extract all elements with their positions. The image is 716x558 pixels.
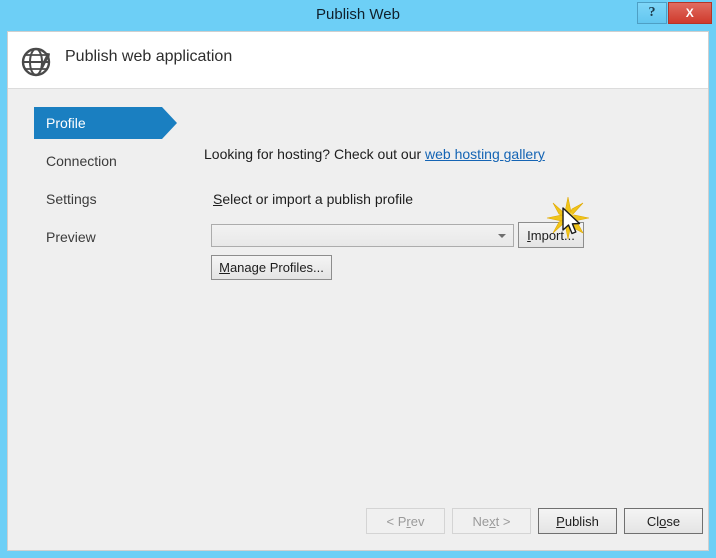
profile-select-label-text: elect or import a publish profile xyxy=(222,191,413,207)
publish-web-dialog: Publish Web ? X Publish web application xyxy=(0,0,716,558)
window-title: Publish Web xyxy=(316,6,400,23)
sidebar-item-profile[interactable]: Profile xyxy=(8,107,198,139)
web-hosting-gallery-link[interactable]: web hosting gallery xyxy=(425,146,545,162)
prev-button[interactable]: < Prev xyxy=(366,508,445,534)
hosting-hint: Looking for hosting? Check out our web h… xyxy=(204,146,545,162)
sidebar-item-preview[interactable]: Preview xyxy=(8,221,198,253)
chevron-down-icon xyxy=(498,234,506,238)
publish-button-label: ublish xyxy=(564,513,599,529)
sidebar-item-settings[interactable]: Settings xyxy=(8,183,198,215)
close-button-label: Cl xyxy=(646,513,660,529)
publish-button[interactable]: Publish xyxy=(538,508,617,534)
title-bar[interactable]: Publish Web ? X xyxy=(0,0,716,31)
hosting-hint-text: Looking for hosting? Check out our xyxy=(204,146,426,162)
manage-profiles-button-label: anage Profiles... xyxy=(229,260,324,275)
next-button[interactable]: Next > xyxy=(452,508,531,534)
dialog-client-area: Publish web application Profile Connecti… xyxy=(7,31,709,551)
profile-select-label: Select or import a publish profile xyxy=(213,191,413,207)
sidebar-item-label: Settings xyxy=(46,191,97,207)
import-button-label: mport... xyxy=(530,227,575,243)
sidebar-item-label: Preview xyxy=(46,229,96,245)
dialog-footer: < Prev Next > Publish Close xyxy=(8,508,708,534)
close-button[interactable]: Close xyxy=(624,508,703,534)
help-icon[interactable]: ? xyxy=(637,2,667,24)
wizard-step-nav: Profile Connection Settings Preview xyxy=(8,107,198,259)
manage-profiles-button[interactable]: Manage Profiles... xyxy=(211,255,332,280)
page-title: Publish web application xyxy=(65,48,233,65)
close-icon[interactable]: X xyxy=(668,2,712,24)
accelerator-char: P xyxy=(556,513,565,529)
active-step-arrow-icon xyxy=(162,107,177,139)
globe-publish-icon xyxy=(21,47,51,77)
sidebar-item-label: Profile xyxy=(46,115,86,131)
next-button-label: Ne xyxy=(472,513,490,529)
accelerator-char: M xyxy=(219,260,230,275)
import-button[interactable]: Import... xyxy=(518,222,584,248)
publish-profile-dropdown[interactable] xyxy=(211,224,514,247)
sidebar-item-connection[interactable]: Connection xyxy=(8,145,198,177)
dialog-header: Publish web application xyxy=(8,32,708,89)
sidebar-item-label: Connection xyxy=(46,153,117,169)
accelerator-char: S xyxy=(213,191,223,207)
prev-button-label: < P xyxy=(386,513,407,529)
caption-button-group: ? X xyxy=(637,2,712,25)
